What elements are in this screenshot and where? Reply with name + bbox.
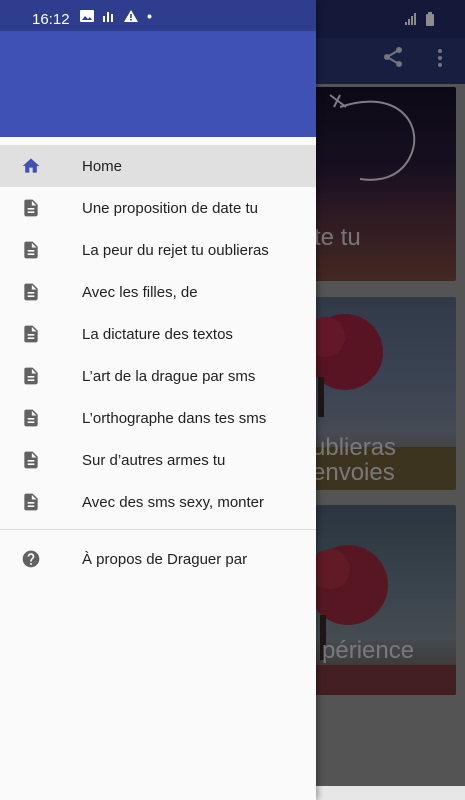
drawer-item-article[interactable]: L’art de la drague par sms <box>0 355 316 397</box>
home-icon <box>22 158 40 173</box>
drawer-item-label: Home <box>82 157 123 175</box>
drawer-item-label: Avec des sms sexy, monter <box>82 493 265 511</box>
drawer-header: 16:12 <box>0 0 316 137</box>
document-icon <box>24 367 38 385</box>
status-time: 16:12 <box>32 11 70 28</box>
drawer-item-label: Une proposition de date tu <box>82 199 258 217</box>
drawer-menu: Home Une proposition de date tu La peur … <box>0 145 316 523</box>
drawer-item-label: L’art de la drague par sms <box>82 367 256 385</box>
drawer-item-article[interactable]: Avec des sms sexy, monter <box>0 481 316 523</box>
status-icons-left <box>80 10 152 22</box>
image-notification-icon <box>80 10 94 22</box>
drawer-item-article[interactable]: L’orthographe dans tes sms <box>0 397 316 439</box>
warning-icon <box>124 10 138 22</box>
status-bar: 16:12 <box>0 0 316 31</box>
drawer-item-label: Sur d’autres armes tu <box>82 451 226 469</box>
document-icon <box>24 283 38 301</box>
document-icon <box>24 241 38 259</box>
data-usage-icon <box>103 12 113 22</box>
drawer-item-label: Avec les filles, de <box>82 283 198 301</box>
drawer-item-article[interactable]: La dictature des textos <box>0 313 316 355</box>
drawer-divider <box>0 529 316 530</box>
navigation-drawer: 16:12 Home Une proposition de date tu La… <box>0 0 316 800</box>
drawer-item-article[interactable]: Avec les filles, de <box>0 271 316 313</box>
drawer-item-article[interactable]: Sur d’autres armes tu <box>0 439 316 481</box>
drawer-item-article[interactable]: Une proposition de date tu <box>0 187 316 229</box>
document-icon <box>24 409 38 427</box>
drawer-item-about[interactable]: À propos de Draguer par <box>0 538 316 580</box>
drawer-item-label: L’orthographe dans tes sms <box>82 409 267 427</box>
document-icon <box>24 493 38 511</box>
drawer-item-home[interactable]: Home <box>0 145 316 187</box>
document-icon <box>24 199 38 217</box>
help-icon <box>22 550 40 568</box>
dot-notification-icon <box>147 14 152 18</box>
document-icon <box>24 451 38 469</box>
drawer-item-label: La dictature des textos <box>82 325 233 343</box>
drawer-item-label: La peur du rejet tu oublieras <box>82 241 269 259</box>
document-icon <box>24 325 38 343</box>
drawer-item-label: À propos de Draguer par <box>82 550 248 568</box>
drawer-item-article[interactable]: La peur du rejet tu oublieras <box>0 229 316 271</box>
